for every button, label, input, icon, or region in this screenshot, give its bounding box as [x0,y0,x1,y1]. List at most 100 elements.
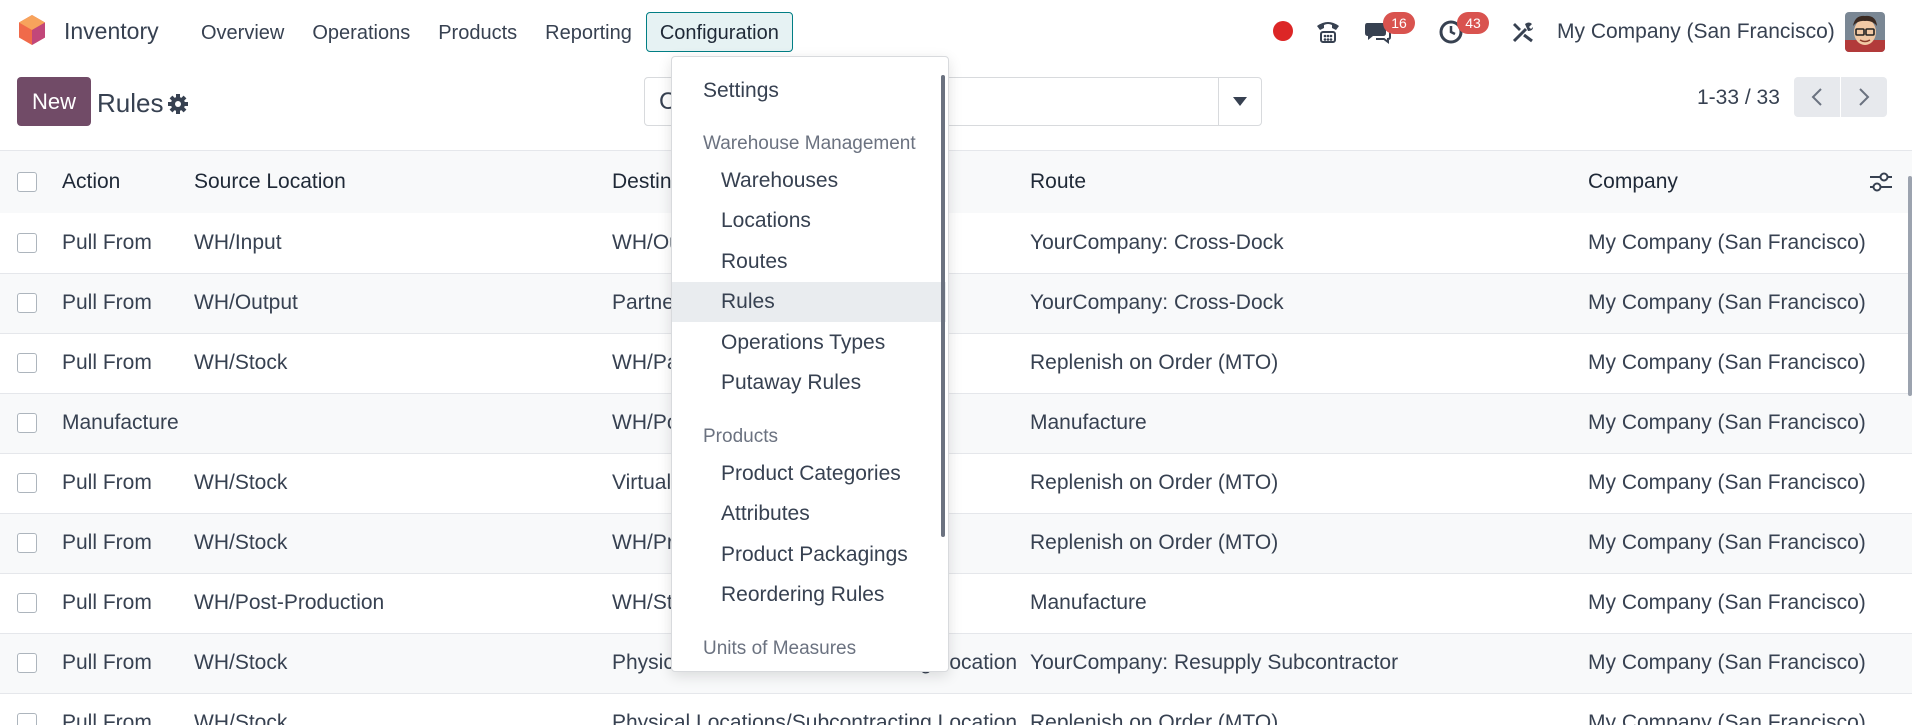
table-row[interactable]: Pull From WH/Post-Production WH/Stock Manuf… [0,573,1912,633]
phone-icon[interactable] [1313,17,1343,47]
menu-item-settings[interactable]: Settings [672,71,946,111]
cell-action: Pull From [62,230,152,254]
column-header-action[interactable]: Action [62,151,194,213]
cell-route: YourCompany: Cross-Dock [1030,291,1284,314]
table-row[interactable]: Pull From WH/Input WH/Output YourCompany: C… [0,213,1912,273]
configuration-dropdown: Settings Warehouse Management Warehouses… [671,56,949,672]
rules-table: Action Source Location Destination Locat… [0,151,1912,725]
cell-source-location: WH/Stock [194,471,288,494]
table-row[interactable]: ManufactureWH/Post-ProductionManufacture… [0,393,1912,453]
chevron-left-icon [1811,88,1822,106]
table-row[interactable]: Pull FromWH/StockWH/Pre-ProductionReplen… [0,513,1912,573]
cell-company: My Company (San Francisco) [1588,291,1866,314]
cell-source-location [194,393,612,453]
table-row[interactable]: Pull FromWH/StockWH/Packing ZoneReplenis… [0,333,1912,393]
rules-list: Action Source Location Destination Locat… [0,150,1912,725]
row-checkbox[interactable] [17,533,37,554]
cell-source-location: WH/Stock [194,651,288,674]
column-header-source-location[interactable]: Source Location [194,151,612,213]
column-header-route[interactable]: Route [1030,151,1588,213]
caret-down-icon [1233,96,1247,106]
cell-action: Pull From [62,591,152,614]
cell-company: My Company (San Francisco) [1588,411,1866,434]
cell-source-location: WH/Output [194,291,298,314]
messages-badge: 16 [1383,12,1415,34]
table-row[interactable]: Pull FromWH/StockPhysical Locations/Subc… [0,633,1912,693]
cell-action: Pull From [62,711,152,725]
cell-action: Pull From [62,531,152,554]
table-row[interactable]: Pull From WH/Stock Physical Locations/Subc… [0,693,1912,725]
cell-company: My Company (San Francisco) [1588,351,1866,374]
optional-columns-icon[interactable] [1868,169,1894,195]
company-switcher[interactable]: My Company (San Francisco) [1557,20,1835,44]
cell-route: Replenish on Order (MTO) [1030,711,1279,725]
cell-source-location: WH/Stock [194,531,288,554]
user-avatar[interactable] [1845,12,1885,52]
gear-icon[interactable] [167,93,189,115]
table-row[interactable]: Pull FromWH/OutputPartners/CustomersYour… [0,273,1912,333]
search-options-toggle[interactable] [1218,78,1261,125]
section-products: Products [703,426,778,447]
chevron-right-icon [1859,88,1870,106]
cell-company: My Company (San Francisco) [1588,471,1866,494]
select-all-checkbox[interactable] [17,172,37,193]
menu-item-attributes[interactable]: Attributes [672,494,946,534]
cell-source-location: WH/Stock [194,351,288,374]
row-checkbox[interactable] [17,233,37,254]
cell-source-location: WH/Input [194,230,282,254]
menu-item-reordering-rules[interactable]: Reordering Rules [672,575,946,615]
menu-configuration[interactable]: Configuration [645,12,793,52]
pager-next-button[interactable] [1841,77,1887,117]
menu-item-product-packagings[interactable]: Product Packagings [672,535,946,575]
recording-indicator[interactable] [1273,21,1293,41]
menu-item-warehouses[interactable]: Warehouses [672,161,946,201]
menu-item-locations[interactable]: Locations [672,201,946,241]
row-checkbox[interactable] [17,713,37,725]
new-button[interactable]: New [17,77,91,126]
app-name[interactable]: Inventory [64,18,159,45]
cell-action: Manufacture [62,411,179,434]
table-header-row: Action Source Location Destination Locat… [0,151,1912,213]
cell-destination-location: Physical Locations/Subcontracting Locati… [612,711,1018,725]
cell-company: My Company (San Francisco) [1588,711,1866,725]
dropdown-scrollbar[interactable] [941,75,945,537]
row-checkbox[interactable] [17,473,37,494]
column-header-company[interactable]: Company [1588,151,1912,213]
cell-action: Pull From [62,351,152,374]
main-menu: Overview Operations Products Reporting C… [187,12,793,52]
menu-item-routes[interactable]: Routes [672,242,946,282]
menu-products[interactable]: Products [424,12,531,52]
cell-action: Pull From [62,291,152,314]
menu-operations[interactable]: Operations [298,12,424,52]
cell-company: My Company (San Francisco) [1588,531,1866,554]
row-checkbox[interactable] [17,653,37,674]
cell-company: My Company (San Francisco) [1588,651,1866,674]
row-checkbox[interactable] [17,593,37,614]
cell-source-location: WH/Stock [194,711,288,725]
table-row[interactable]: Pull FromWH/StockVirtual Locations/Produ… [0,453,1912,513]
row-checkbox[interactable] [17,293,37,314]
page-scrollbar[interactable] [1908,176,1912,396]
cell-action: Pull From [62,651,152,674]
cell-action: Pull From [62,471,152,494]
menu-item-putaway-rules[interactable]: Putaway Rules [672,363,946,403]
menu-item-operations-types[interactable]: Operations Types [672,323,946,363]
cell-route: Replenish on Order (MTO) [1030,351,1279,374]
debug-tools-icon[interactable] [1508,17,1538,47]
pager-previous-button[interactable] [1794,77,1840,117]
cell-route: Replenish on Order (MTO) [1030,471,1279,494]
cell-company: My Company (San Francisco) [1588,230,1866,254]
page-title: Rules [97,88,164,118]
menu-overview[interactable]: Overview [187,12,298,52]
cell-company: My Company (San Francisco) [1588,591,1866,614]
menu-item-rules[interactable]: Rules [672,282,946,322]
pager-value[interactable]: 1-33 / 33 [1697,86,1780,110]
cell-route: Replenish on Order (MTO) [1030,531,1279,554]
menu-item-product-categories[interactable]: Product Categories [672,454,946,494]
row-checkbox[interactable] [17,413,37,434]
cell-source-location: WH/Post-Production [194,591,385,614]
top-navbar: Inventory Overview Operations Products R… [0,0,1912,64]
row-checkbox[interactable] [17,353,37,374]
inventory-app-icon[interactable] [16,14,48,46]
menu-reporting[interactable]: Reporting [531,12,646,52]
